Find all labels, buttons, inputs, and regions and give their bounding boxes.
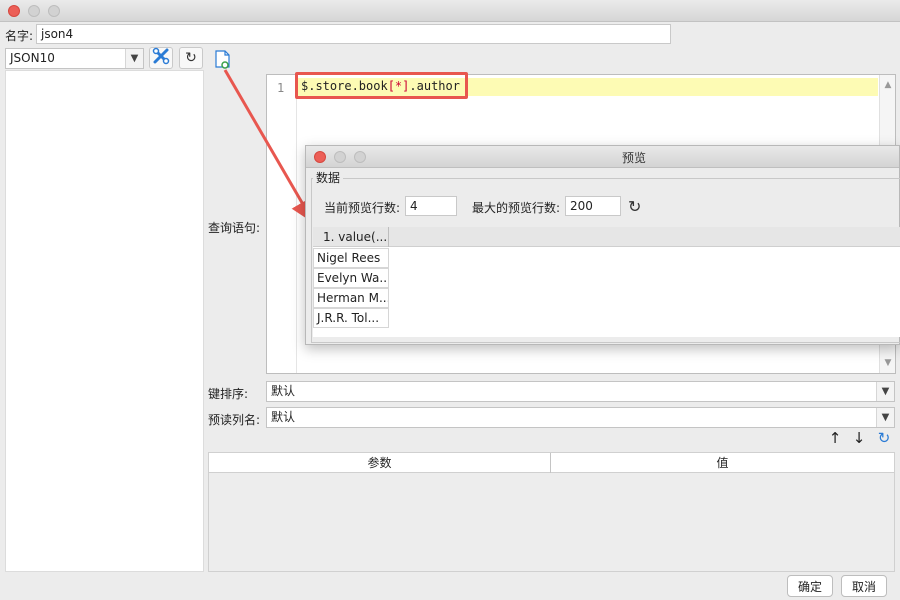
column-header-param[interactable]: 参数: [209, 453, 551, 473]
preview-table: 1. value(... Nigel Rees Evelyn Wa... Her…: [313, 227, 900, 337]
column-header-value[interactable]: 值: [551, 453, 894, 473]
editor-gutter: 1: [267, 75, 297, 373]
scroll-down-icon[interactable]: ▼: [880, 355, 896, 371]
current-rows-input[interactable]: 4: [405, 196, 457, 216]
minimize-window-button[interactable]: [28, 5, 40, 17]
datasource-select-value: JSON10: [10, 51, 55, 65]
preview-table-header: 1. value(...: [313, 227, 900, 247]
preread-columns-value: 默认: [271, 410, 296, 424]
data-group-label: 数据: [313, 169, 344, 186]
key-sort-select[interactable]: 默认 ▼: [266, 381, 895, 402]
refresh-button[interactable]: ↻: [179, 47, 203, 69]
preview-refresh-icon[interactable]: ↻: [628, 197, 641, 216]
query-highlight-box: [295, 72, 468, 99]
name-input[interactable]: json4: [36, 24, 671, 44]
preview-button[interactable]: [214, 50, 232, 70]
preread-columns-select[interactable]: 默认 ▼: [266, 407, 895, 428]
chevron-down-icon: ▼: [125, 49, 143, 68]
ok-button[interactable]: 确定: [787, 575, 833, 597]
max-rows-label: 最大的预览行数:: [472, 201, 561, 215]
chevron-down-icon: ▼: [876, 382, 894, 401]
max-rows-input[interactable]: 200: [565, 196, 621, 216]
line-number: 1: [277, 81, 285, 95]
window-titlebar: [0, 0, 900, 22]
refresh-params-icon[interactable]: ↻: [876, 429, 892, 447]
move-down-icon[interactable]: ↓: [851, 429, 867, 447]
cancel-button[interactable]: 取消: [841, 575, 887, 597]
move-up-icon[interactable]: ↑: [827, 429, 843, 447]
column-header-value[interactable]: 1. value(...: [317, 227, 389, 247]
query-label: 查询语句:: [208, 221, 261, 235]
table-row[interactable]: Nigel Rees: [313, 248, 389, 268]
close-window-button[interactable]: [8, 5, 20, 17]
key-sort-label: 键排序:: [208, 387, 249, 401]
chevron-down-icon: ▼: [876, 408, 894, 427]
zoom-window-button[interactable]: [48, 5, 60, 17]
key-sort-value: 默认: [271, 384, 296, 398]
table-row[interactable]: Evelyn Wa...: [313, 268, 389, 288]
preread-columns-label: 预读列名:: [208, 413, 261, 427]
current-rows-label: 当前预览行数:: [324, 201, 401, 215]
table-row[interactable]: Herman M...: [313, 288, 389, 308]
preview-icon: [214, 50, 232, 73]
scroll-up-icon[interactable]: ▲: [880, 77, 896, 93]
preview-dialog-title: 预览: [621, 151, 646, 165]
preview-dialog-titlebar: 预览: [306, 146, 899, 168]
tools-icon: [152, 47, 170, 69]
refresh-icon: ↻: [185, 50, 197, 66]
tools-button[interactable]: [149, 47, 173, 69]
preview-dialog: 预览 当前预览行数: 4 最大的预览行数: 200 ↻ 1. value(...…: [305, 145, 900, 345]
datasource-select[interactable]: JSON10 ▼: [5, 48, 144, 69]
params-table: 参数 值: [208, 452, 895, 572]
table-row[interactable]: J.R.R. Tol...: [313, 308, 389, 328]
params-table-header: 参数 值: [209, 453, 894, 473]
name-label: 名字:: [5, 29, 34, 43]
datasource-tree-panel[interactable]: [5, 70, 204, 572]
